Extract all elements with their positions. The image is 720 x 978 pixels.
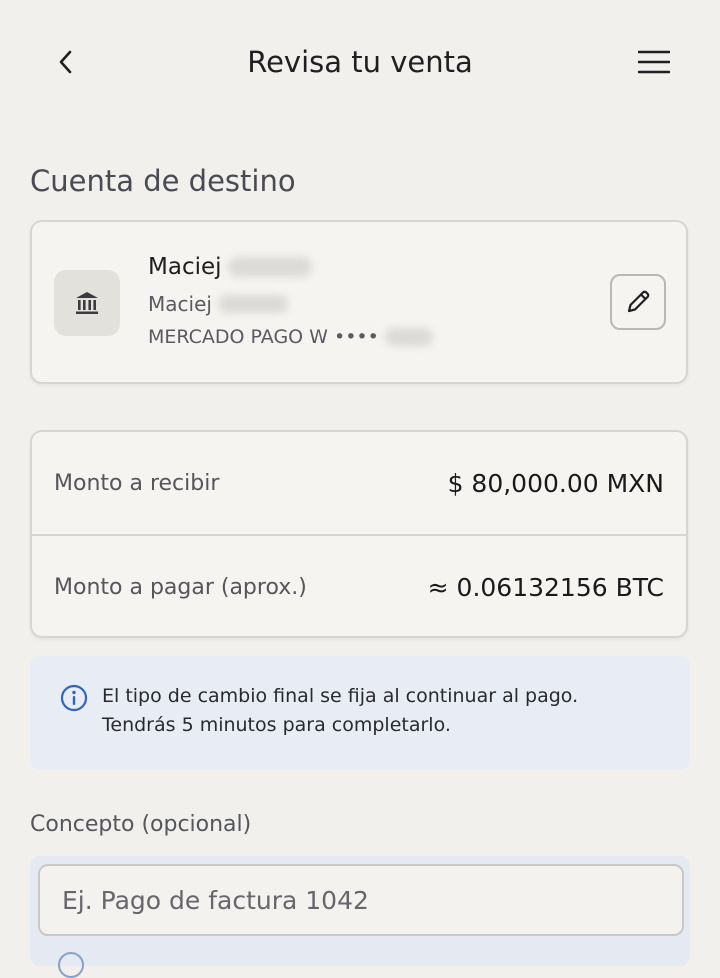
- bank-icon: [76, 292, 98, 314]
- redacted-holder-surname: [217, 295, 288, 313]
- account-bank-text: MERCADO PAGO W ••••: [148, 326, 379, 348]
- section-title-destination: Cuenta de destino: [30, 164, 296, 198]
- account-holder-text: Maciej: [148, 292, 212, 316]
- concept-field-container: [30, 856, 690, 978]
- hamburger-menu-icon: [638, 50, 670, 74]
- bank-icon-container: [54, 270, 120, 336]
- notice-text: El tipo de cambio final se fija al conti…: [102, 682, 578, 740]
- exchange-rate-notice: El tipo de cambio final se fija al conti…: [30, 656, 690, 770]
- account-bank: MERCADO PAGO W ••••: [148, 326, 433, 348]
- helper-icon: [58, 952, 84, 978]
- amount-pay-value: ≈ 0.06132156 BTC: [427, 572, 664, 602]
- top-bar: Revisa tu venta: [0, 0, 720, 126]
- amount-receive-row: Monto a recibir $ 80,000.00 MXN: [32, 432, 686, 534]
- account-holder: Maciej: [148, 292, 288, 316]
- menu-button[interactable]: [630, 40, 678, 84]
- page-title: Revisa tu venta: [247, 45, 473, 79]
- destination-account-card: Maciej Maciej MERCADO PAGO W ••••: [30, 220, 688, 384]
- notice-line-2: Tendrás 5 minutos para completarlo.: [102, 714, 451, 736]
- amount-receive-value: $ 80,000.00 MXN: [447, 468, 664, 498]
- pencil-icon: [627, 290, 650, 313]
- account-name: Maciej: [148, 254, 312, 280]
- notice-line-1: El tipo de cambio final se fija al conti…: [102, 685, 579, 707]
- concept-label: Concepto (opcional): [30, 812, 252, 837]
- amounts-card: Monto a recibir $ 80,000.00 MXN Monto a …: [30, 430, 688, 638]
- amount-pay-label: Monto a pagar (aprox.): [54, 574, 307, 600]
- amount-receive-label: Monto a recibir: [54, 470, 220, 496]
- concept-input[interactable]: [38, 864, 684, 936]
- account-name-text: Maciej: [148, 254, 222, 280]
- redacted-account-digits: [384, 328, 433, 346]
- info-icon: [60, 684, 88, 712]
- amount-pay-row: Monto a pagar (aprox.) ≈ 0.06132156 BTC: [32, 536, 686, 638]
- redacted-surname: [227, 257, 312, 277]
- edit-account-button[interactable]: [610, 274, 666, 330]
